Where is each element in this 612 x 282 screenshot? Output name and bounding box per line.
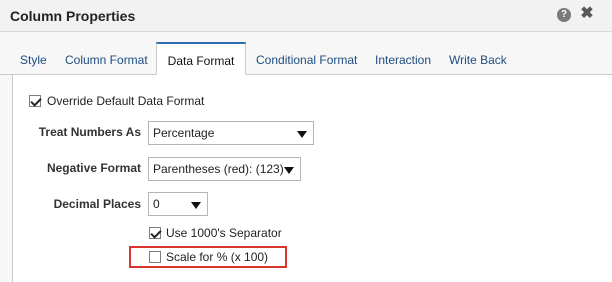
tab-interaction[interactable]: Interaction <box>375 42 431 75</box>
tab-write-back[interactable]: Write Back <box>449 42 507 75</box>
decimal-places-label: Decimal Places <box>53 197 141 211</box>
treat-numbers-as-value: Percentage <box>153 126 215 140</box>
tab-strip: Style Column Format Data Format Conditio… <box>0 42 612 75</box>
chevron-down-icon <box>297 131 307 138</box>
column-properties-dialog: Column Properties ? ✖ Style Column Forma… <box>0 0 612 282</box>
chevron-down-icon <box>191 202 201 209</box>
highlight-box <box>129 246 287 268</box>
treat-numbers-as-label: Treat Numbers As <box>38 125 141 139</box>
close-icon[interactable]: ✖ <box>579 5 595 23</box>
override-default-checkbox[interactable] <box>29 95 41 107</box>
negative-format-label: Negative Format <box>46 161 141 175</box>
tab-column-format[interactable]: Column Format <box>65 42 148 75</box>
dialog-title: Column Properties <box>10 8 136 24</box>
decimal-places-value: 0 <box>153 197 160 211</box>
negative-format-select[interactable]: Parentheses (red): (123) <box>148 157 301 181</box>
tab-conditional-format[interactable]: Conditional Format <box>256 42 357 75</box>
negative-format-value: Parentheses (red): (123) <box>153 162 284 176</box>
tab-data-format[interactable]: Data Format <box>156 42 246 75</box>
use-separator-checkbox[interactable] <box>149 227 161 239</box>
override-default-label: Override Default Data Format <box>47 94 205 108</box>
decimal-places-select[interactable]: 0 <box>148 192 208 216</box>
tab-style[interactable]: Style <box>20 42 47 75</box>
chevron-down-icon <box>284 167 294 174</box>
use-separator-label: Use 1000's Separator <box>166 226 282 240</box>
help-icon[interactable]: ? <box>557 8 571 22</box>
treat-numbers-as-select[interactable]: Percentage <box>148 121 314 145</box>
dialog-titlebar: Column Properties ? ✖ <box>0 0 612 32</box>
